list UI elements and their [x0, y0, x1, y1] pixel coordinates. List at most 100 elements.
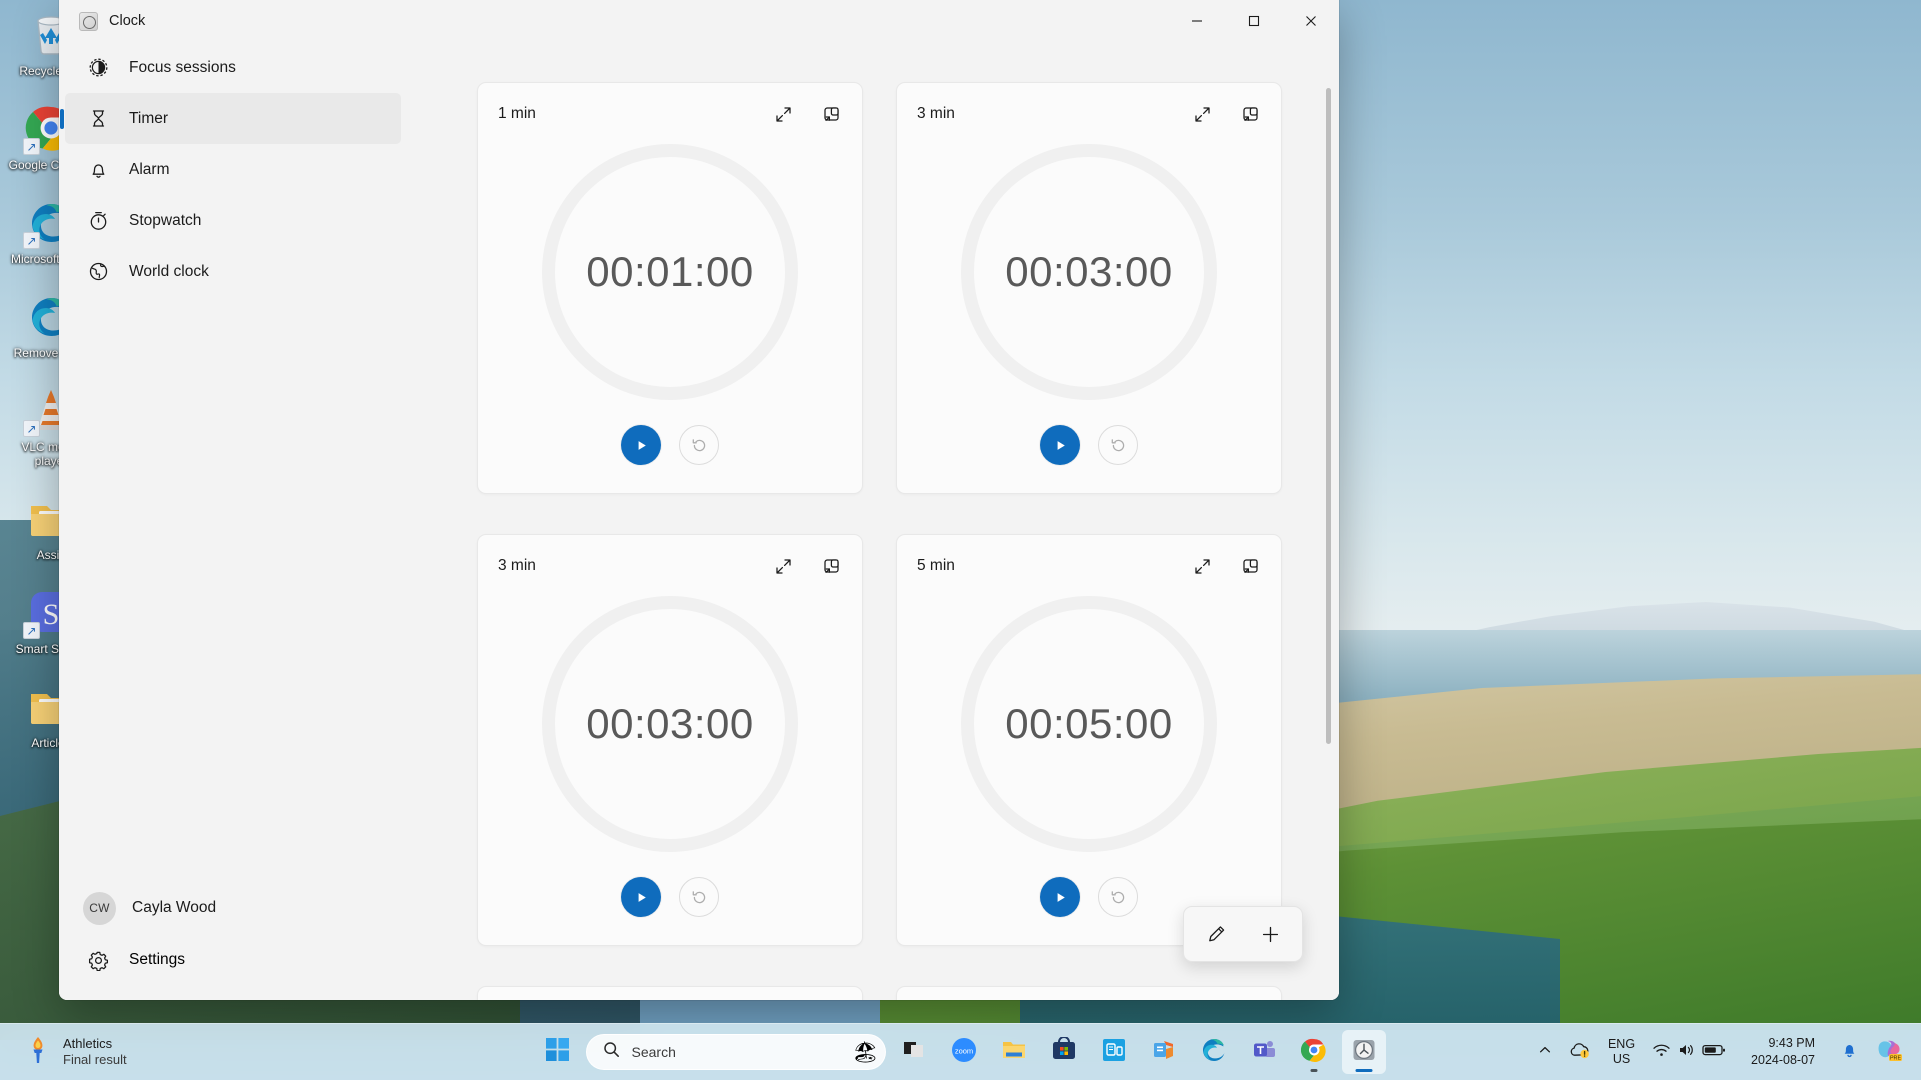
- window-body: Focus sessions Timer Alarm Stopwatch Wor…: [59, 42, 1339, 1000]
- content-scrollbar[interactable]: [1326, 88, 1331, 744]
- timer-dial-wrap: 00:01:00: [498, 127, 842, 417]
- compact-overlay-icon[interactable]: [1239, 555, 1261, 577]
- expand-icon[interactable]: [772, 103, 794, 125]
- taskbar-widget[interactable]: Athletics Final result: [0, 1035, 127, 1070]
- copilot-pre-icon: PRE: [1876, 1038, 1904, 1067]
- office-icon: [1151, 1037, 1177, 1068]
- expand-icon[interactable]: [772, 555, 794, 577]
- taskbar-search-box[interactable]: Search 🏖: [585, 1034, 886, 1070]
- timer-card[interactable]: 5 min 00:05:00: [477, 986, 863, 1000]
- svg-text:zoom: zoom: [954, 1046, 972, 1055]
- quick-settings-button[interactable]: [1645, 1030, 1733, 1074]
- reset-button[interactable]: [1098, 425, 1138, 465]
- sidebar-item-alarm[interactable]: Alarm: [65, 144, 401, 195]
- sidebar-item-focus-sessions[interactable]: Focus sessions: [65, 42, 401, 93]
- taskbar-item-office[interactable]: [1142, 1030, 1186, 1074]
- sidebar-item-timer[interactable]: Timer: [65, 93, 401, 144]
- compact-overlay-icon[interactable]: [1239, 103, 1261, 125]
- clock-and-date-button[interactable]: 9:43 PM 2024-08-07: [1736, 1030, 1830, 1074]
- minimize-button[interactable]: [1168, 0, 1225, 42]
- active-indicator: [1355, 1069, 1372, 1072]
- timer-dial-wrap: 00:03:00: [917, 127, 1261, 417]
- shortcut-arrow-icon: ↗: [23, 138, 40, 155]
- chevron-up-icon: [1538, 1043, 1552, 1062]
- window-controls: [1168, 0, 1339, 42]
- timer-card-actions: [772, 103, 842, 125]
- edge-icon: [1201, 1037, 1227, 1068]
- reset-button[interactable]: [1098, 877, 1138, 917]
- play-button[interactable]: [621, 425, 661, 465]
- add-timer-button[interactable]: [1246, 912, 1294, 956]
- window-title: Clock: [109, 13, 146, 29]
- globe-icon: [87, 261, 109, 283]
- windows-logo-icon: [546, 1038, 569, 1066]
- compact-overlay-icon[interactable]: [820, 555, 842, 577]
- file-explorer-icon: [1001, 1037, 1027, 1068]
- copilot-tray-button[interactable]: PRE: [1869, 1030, 1911, 1074]
- timer-card-title: 5 min: [917, 557, 955, 574]
- timer-time-display: 00:03:00: [586, 700, 754, 747]
- search-input[interactable]: Search: [632, 1044, 840, 1060]
- close-button[interactable]: [1282, 0, 1339, 42]
- running-indicator: [1310, 1069, 1317, 1072]
- sidebar-item-label: World clock: [129, 262, 209, 280]
- taskbar-item-chrome[interactable]: [1292, 1030, 1336, 1074]
- search-icon: [603, 1041, 620, 1063]
- taskbar-item-zoom[interactable]: zoom: [942, 1030, 986, 1074]
- timer-card-header: 3 min: [917, 101, 1261, 127]
- taskbar-item-file-explorer[interactable]: [992, 1030, 1036, 1074]
- show-hidden-icons-button[interactable]: [1531, 1030, 1559, 1074]
- expand-icon[interactable]: [1191, 103, 1213, 125]
- tray-clock: 9:43 PM 2024-08-07: [1743, 1035, 1823, 1069]
- timer-card-title: 1 min: [498, 105, 536, 122]
- language-indicator[interactable]: ENG US: [1601, 1030, 1642, 1074]
- timer-card-actions: [1191, 103, 1261, 125]
- sidebar-item-label: Stopwatch: [129, 211, 202, 229]
- sidebar-item-world-clock[interactable]: World clock: [65, 246, 401, 297]
- svg-text:PRE: PRE: [1890, 1055, 1901, 1061]
- onedrive-tray-button[interactable]: [1562, 1030, 1598, 1074]
- timer-action-bar: [1183, 906, 1303, 962]
- reset-button[interactable]: [679, 425, 719, 465]
- account-button[interactable]: CW Cayla Wood: [65, 882, 401, 934]
- tray-date: 2024-08-07: [1751, 1053, 1815, 1067]
- taskbar-item-clock[interactable]: [1341, 1030, 1386, 1074]
- speaker-icon: [1677, 1042, 1696, 1063]
- timer-card[interactable]: 3 min 00:03:00: [896, 82, 1282, 494]
- taskbar-center-group: Search 🏖 zoom: [536, 1030, 1386, 1074]
- torch-icon: [24, 1035, 52, 1070]
- timer-dial: 00:05:00: [961, 596, 1217, 852]
- taskbar-item-edge[interactable]: [1192, 1030, 1236, 1074]
- edit-timers-button[interactable]: [1192, 912, 1240, 956]
- copilot-app-icon: [1101, 1037, 1127, 1068]
- compact-overlay-icon[interactable]: [820, 103, 842, 125]
- expand-icon[interactable]: [1191, 555, 1213, 577]
- sidebar-item-settings[interactable]: Settings: [65, 934, 401, 986]
- timer-card[interactable]: 5 min 00:05:00: [896, 534, 1282, 946]
- task-view-icon: [902, 1038, 925, 1066]
- play-button[interactable]: [1040, 425, 1080, 465]
- wifi-icon: [1652, 1042, 1671, 1063]
- timer-card[interactable]: 10 min 00:10:00: [896, 986, 1282, 1000]
- timer-card[interactable]: 3 min 00:03:00: [477, 534, 863, 946]
- tray-time: 9:43 PM: [1768, 1036, 1815, 1050]
- taskbar-item-microsoft-store[interactable]: [1042, 1030, 1086, 1074]
- sidebar-item-stopwatch[interactable]: Stopwatch: [65, 195, 401, 246]
- notifications-button[interactable]: [1833, 1030, 1866, 1074]
- play-button[interactable]: [1040, 877, 1080, 917]
- play-button[interactable]: [621, 877, 661, 917]
- sidebar-footer: CW Cayla Wood Settings: [59, 882, 407, 986]
- sidebar-item-label: Focus sessions: [129, 58, 236, 76]
- sidebar-item-label: Alarm: [129, 160, 170, 178]
- maximize-button[interactable]: [1225, 0, 1282, 42]
- reset-button[interactable]: [679, 877, 719, 917]
- start-button[interactable]: [536, 1030, 580, 1074]
- stopwatch-icon: [87, 210, 109, 232]
- timer-card[interactable]: 1 min 00:01:00: [477, 82, 863, 494]
- taskbar-item-task-view[interactable]: [892, 1030, 936, 1074]
- taskbar-item-teams[interactable]: [1242, 1030, 1286, 1074]
- sidebar-item-label: Timer: [129, 109, 169, 127]
- onedrive-warning-icon: [1569, 1041, 1591, 1064]
- taskbar-item-copilot[interactable]: [1092, 1030, 1136, 1074]
